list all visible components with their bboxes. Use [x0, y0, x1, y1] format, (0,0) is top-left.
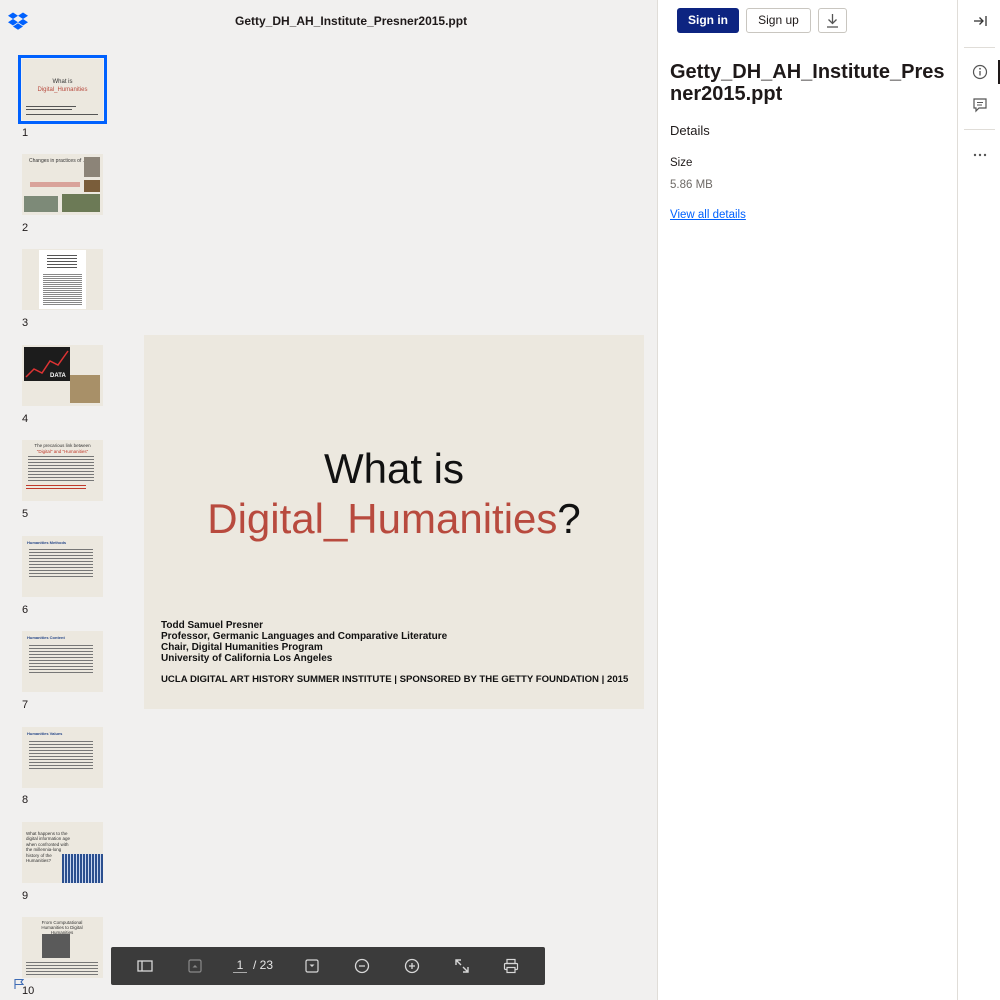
rail-divider — [964, 129, 995, 130]
zoom-out-icon[interactable] — [353, 957, 371, 975]
thumbnail-image — [24, 196, 58, 212]
thumbnail-title: "Digital" and "Humanities" — [36, 449, 89, 454]
thumbnail-lines — [29, 645, 93, 675]
thumbnail-slide-10[interactable]: From Computational Humanities to Digital… — [22, 917, 103, 978]
slide-title-suffix: ? — [557, 495, 581, 542]
thumbnail-number: 4 — [22, 413, 29, 425]
thumbnail-image — [84, 180, 100, 192]
thumbnail-title: Digital_Humanities — [37, 87, 88, 93]
sidebar-toggle-icon[interactable] — [136, 957, 154, 975]
document-title: Getty_DH_AH_Institute_Presner2015.ppt — [235, 14, 468, 28]
collapse-panel-icon[interactable] — [971, 12, 989, 30]
thumbnail-lines — [28, 456, 94, 482]
thumbnail-lines — [26, 109, 72, 110]
download-icon — [827, 14, 838, 28]
thumbnail-number: 3 — [22, 317, 29, 329]
thumbnail-title: Changes in practices of ... — [29, 158, 87, 164]
thumbnail-lines — [29, 741, 93, 769]
thumbnail-slide-4[interactable]: DATA — [22, 345, 103, 406]
slide-title-line1: What is — [323, 445, 465, 492]
thumbnail-image — [62, 854, 103, 883]
prev-page-icon[interactable] — [186, 957, 204, 975]
thumbnail-number: 5 — [22, 508, 29, 520]
thumbnail-number: 8 — [22, 794, 29, 806]
viewer-topbar: Getty_DH_AH_Institute_Presner2015.ppt — [0, 0, 657, 44]
thumbnail-image: DATA — [24, 347, 70, 381]
file-title: Getty_DH_AH_Institute_Presner2015.ppt — [670, 61, 945, 105]
thumbnail-number: 6 — [22, 604, 29, 616]
author-line: Professor, Germanic Languages and Compar… — [161, 631, 448, 642]
sign-up-button[interactable]: Sign up — [746, 8, 811, 33]
flag-icon[interactable] — [13, 978, 25, 990]
thumbnail-slide-7[interactable]: Humanities Content — [22, 631, 103, 692]
slide-preview: What is Digital_Humanities? Todd Samuel … — [144, 335, 644, 709]
thumbnail-lines — [29, 549, 93, 579]
thumbnail-number: 1 — [22, 127, 29, 139]
thumbnail-image — [70, 375, 100, 403]
thumbnail-number: 2 — [22, 222, 29, 234]
viewer-area: Getty_DH_AH_Institute_Presner2015.ppt Wh… — [0, 0, 657, 1000]
thumbnail-lines — [26, 114, 98, 115]
view-all-details-link[interactable]: View all details — [670, 209, 746, 221]
total-pages: / 23 — [253, 958, 274, 972]
thumbnail-list[interactable]: What is Digital_Humanities 1 Changes in … — [0, 44, 120, 1000]
thumbnail-lines — [26, 962, 98, 976]
thumbnail-slide-8[interactable]: Humanities Values — [22, 727, 103, 788]
size-label: Size — [670, 157, 693, 169]
thumbnail-title: Humanities Content — [27, 635, 65, 640]
thumbnail-title: From Computational Humanities to Digital… — [41, 920, 83, 935]
thumbnail-image — [42, 934, 70, 958]
next-page-icon[interactable] — [303, 957, 321, 975]
zoom-in-icon[interactable] — [403, 957, 421, 975]
thumbnail-title: Humanities Methods — [27, 540, 67, 545]
fullscreen-icon[interactable] — [453, 957, 471, 975]
thumbnail-title: DATA — [50, 373, 66, 379]
author-line: University of California Los Angeles — [161, 653, 333, 664]
size-value: 5.86 MB — [670, 179, 713, 191]
thumbnail-number: 9 — [22, 890, 29, 902]
thumbnail-lines — [26, 106, 76, 107]
thumbnail-title: What is — [52, 79, 73, 85]
slide-footer: UCLA DIGITAL ART HISTORY SUMMER INSTITUT… — [161, 674, 629, 685]
author-line: Chair, Digital Humanities Program — [161, 642, 323, 653]
download-button[interactable] — [818, 8, 847, 33]
slide-title-highlight: Digital_Humanities — [207, 495, 558, 542]
thumbnail-slide-9[interactable]: What happens to the digital information … — [22, 822, 103, 883]
thumbnail-page-image — [39, 250, 86, 309]
thumbnail-slide-3[interactable] — [22, 249, 103, 310]
right-rail — [957, 0, 1000, 1000]
author-line: Todd Samuel Presner — [161, 620, 264, 631]
thumbnail-slide-6[interactable]: Humanities Methods — [22, 536, 103, 597]
thumbnail-title: The precarious link between — [34, 443, 91, 448]
rail-divider — [964, 47, 995, 48]
thumbnail-image — [84, 157, 100, 177]
info-icon[interactable] — [971, 63, 989, 81]
comment-icon[interactable] — [971, 96, 989, 114]
more-icon[interactable] — [971, 146, 989, 164]
thumbnail-number: 7 — [22, 699, 29, 711]
slide-title-line2: Digital_Humanities? — [144, 495, 644, 543]
thumbnail-slide-1[interactable]: What is Digital_Humanities — [18, 55, 107, 124]
thumbnail-red-text — [26, 485, 86, 491]
dropbox-logo-icon[interactable] — [8, 12, 28, 30]
details-heading: Details — [670, 123, 710, 138]
thumbnail-slide-5[interactable]: The precarious link between "Digital" an… — [22, 440, 103, 501]
slide-authors: Todd Samuel Presner Professor, Germanic … — [161, 620, 447, 664]
thumbnail-image — [62, 194, 100, 212]
current-page-input[interactable]: 1 — [233, 958, 247, 973]
details-panel: Sign in Sign up Getty_DH_AH_Institute_Pr… — [657, 0, 957, 1000]
thumbnail-red-text — [30, 182, 80, 187]
thumbnail-title: Humanities Values — [27, 731, 63, 736]
page-indicator: 1 / 23 — [233, 958, 273, 973]
sign-in-button[interactable]: Sign in — [677, 8, 739, 33]
viewer-toolbar: 1 / 23 — [111, 947, 545, 985]
thumbnail-slide-2[interactable]: Changes in practices of ... — [22, 154, 103, 215]
print-icon[interactable] — [502, 957, 520, 975]
